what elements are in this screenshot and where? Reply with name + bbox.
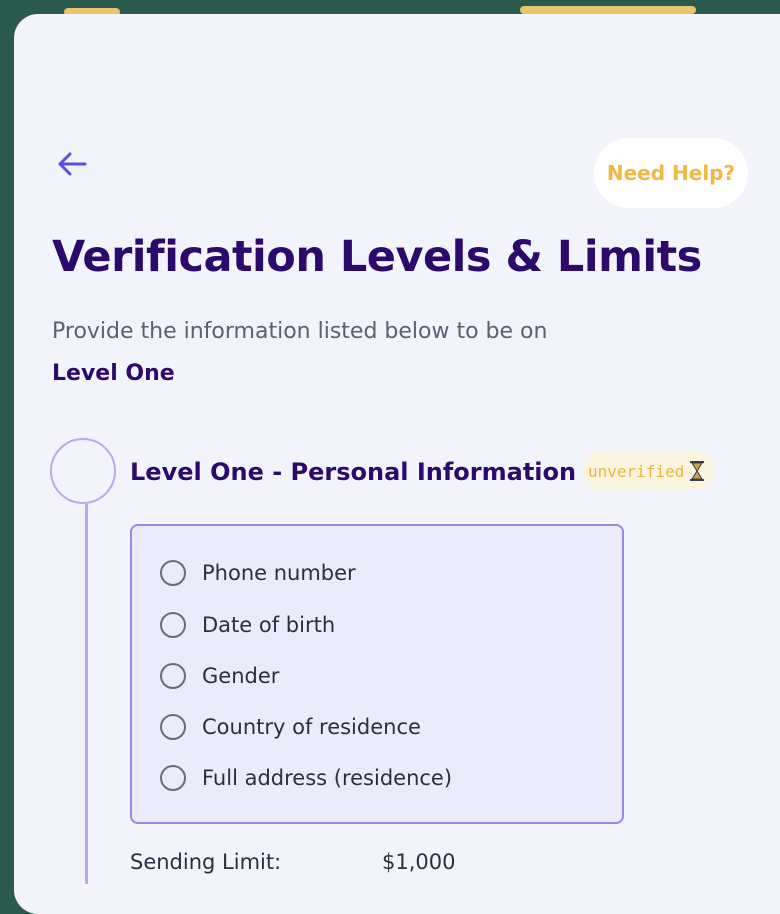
current-level-name: Level One xyxy=(52,361,175,386)
step-indicator xyxy=(50,438,116,504)
page-title: Verification Levels & Limits xyxy=(52,232,702,282)
sending-limit-label: Sending Limit: xyxy=(130,850,282,874)
hourglass-icon xyxy=(690,461,705,481)
arrow-left-icon xyxy=(58,152,87,176)
requirement-item[interactable]: Gender xyxy=(160,663,279,689)
requirement-label: Date of birth xyxy=(202,613,336,637)
requirement-label: Gender xyxy=(202,664,280,688)
requirement-item[interactable]: Date of birth xyxy=(160,612,335,638)
requirement-label: Phone number xyxy=(202,561,356,585)
radio-unchecked-icon[interactable] xyxy=(160,714,186,740)
requirement-label: Country of residence xyxy=(202,715,421,739)
sending-limit-value: $1,000 xyxy=(382,850,456,874)
radio-unchecked-icon[interactable] xyxy=(160,765,186,791)
radio-unchecked-icon[interactable] xyxy=(160,612,186,638)
status-badge: unverified xyxy=(582,452,715,490)
need-help-button[interactable]: Need Help? xyxy=(594,138,748,208)
requirement-label: Full address (residence) xyxy=(202,766,453,790)
radio-unchecked-icon[interactable] xyxy=(160,663,186,689)
requirement-item[interactable]: Phone number xyxy=(160,560,356,586)
status-badge-label: unverified xyxy=(588,461,685,481)
requirements-list: Phone number Date of birth Gender Countr… xyxy=(130,524,624,824)
page-subtitle: Provide the information listed below to … xyxy=(52,319,548,344)
requirement-item[interactable]: Full address (residence) xyxy=(160,765,452,791)
level-title: Level One - Personal Information xyxy=(130,458,577,486)
decorative-streak xyxy=(520,6,696,14)
back-button[interactable] xyxy=(52,146,92,182)
requirement-item[interactable]: Country of residence xyxy=(160,714,421,740)
step-connector-line xyxy=(85,504,88,884)
radio-unchecked-icon[interactable] xyxy=(160,560,186,586)
